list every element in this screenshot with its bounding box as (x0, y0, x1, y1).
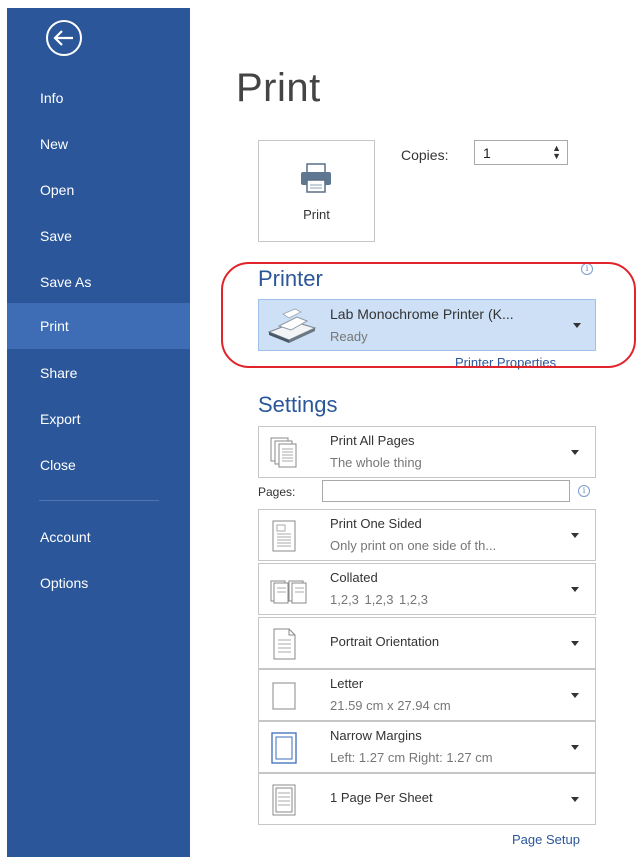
sidebar-item-close[interactable]: Close (7, 442, 190, 488)
copies-stepper[interactable]: 1 ▲ ▼ (474, 140, 568, 165)
chevron-down-icon (571, 641, 579, 646)
sidebar-item-options[interactable]: Options (7, 560, 190, 606)
printer-heading: Printer (258, 266, 323, 291)
setting-subtitle: Left: 1.27 cm Right: 1.27 cm (330, 750, 493, 765)
back-button[interactable] (44, 18, 84, 58)
pages-label: Pages: (258, 485, 296, 499)
printer-dropdown[interactable]: Lab Monochrome Printer (K... Ready (258, 299, 596, 351)
setting-subtitle: Only print on one side of th... (330, 538, 497, 553)
setting-title: Print One Sided (330, 516, 422, 531)
sides-dropdown[interactable]: Print One Sided Only print on one side o… (258, 509, 596, 561)
chevron-down-icon (571, 693, 579, 698)
chevron-down-icon (571, 587, 579, 592)
sidebar-item-save-as[interactable]: Save As (7, 259, 190, 305)
setting-subtitle: The whole thing (330, 455, 422, 470)
printer-name: Lab Monochrome Printer (K... (330, 306, 514, 322)
collated-icon (269, 573, 309, 612)
setting-subtitle: 21.59 cm x 27.94 cm (330, 698, 451, 713)
setting-title: 1 Page Per Sheet (330, 790, 433, 805)
chevron-down-icon (571, 450, 579, 455)
sidebar-divider (39, 500, 159, 501)
back-arrow-icon (46, 20, 82, 56)
sidebar-item-account[interactable]: Account (7, 514, 190, 560)
sidebar-item-share[interactable]: Share (7, 350, 190, 396)
margins-dropdown[interactable]: Narrow Margins Left: 1.27 cm Right: 1.27… (258, 721, 596, 773)
setting-title: Narrow Margins (330, 728, 422, 743)
paper-size-dropdown[interactable]: Letter 21.59 cm x 27.94 cm (258, 669, 596, 721)
setting-title: Collated (330, 570, 378, 585)
one-sided-icon (269, 519, 299, 558)
sidebar-item-print[interactable]: Print (7, 303, 190, 349)
sidebar-item-new[interactable]: New (7, 121, 190, 167)
spin-arrows-icon[interactable]: ▲ ▼ (552, 144, 561, 161)
orientation-dropdown[interactable]: Portrait Orientation (258, 617, 596, 669)
setting-title: Portrait Orientation (330, 634, 440, 649)
setting-title: Letter (330, 676, 364, 691)
one-page-per-sheet-icon (269, 783, 299, 822)
pages-per-sheet-dropdown[interactable]: 1 Page Per Sheet (258, 773, 596, 825)
copies-value: 1 (483, 145, 491, 161)
printer-status: Ready (330, 329, 368, 344)
setting-title: Print All Pages (330, 433, 415, 448)
printer-device-icon (265, 308, 319, 349)
sidebar-item-save[interactable]: Save (7, 213, 190, 259)
paper-size-icon (269, 679, 299, 718)
portrait-page-icon (269, 627, 299, 666)
pages-input[interactable] (322, 480, 570, 502)
sidebar-item-open[interactable]: Open (7, 167, 190, 213)
sidebar-item-info[interactable]: Info (7, 75, 190, 121)
page-title: Print (236, 66, 321, 110)
page-setup-link[interactable]: Page Setup (512, 832, 580, 847)
printer-icon (298, 163, 334, 198)
print-button-label: Print (303, 207, 330, 222)
backstage-sidebar: Info New Open Save Save As Print Share E… (7, 8, 190, 857)
collation-dropdown[interactable]: Collated 1,2,3 1,2,3 1,2,3 (258, 563, 596, 615)
printer-properties-link[interactable]: Printer Properties (455, 355, 556, 370)
info-icon[interactable]: i (578, 485, 590, 497)
copies-label: Copies: (401, 147, 449, 163)
print-button[interactable]: Print (258, 140, 375, 242)
margins-icon (269, 731, 299, 770)
print-range-dropdown[interactable]: Print All Pages The whole thing (258, 426, 596, 478)
chevron-down-icon (571, 797, 579, 802)
sidebar-item-export[interactable]: Export (7, 396, 190, 442)
settings-heading: Settings (258, 392, 338, 417)
pages-stack-icon (269, 436, 299, 475)
chevron-down-icon (573, 323, 581, 328)
chevron-down-icon (571, 745, 579, 750)
chevron-down-icon (571, 533, 579, 538)
info-icon[interactable]: i (581, 263, 593, 275)
setting-subtitle: 1,2,3 1,2,3 1,2,3 (330, 592, 428, 607)
